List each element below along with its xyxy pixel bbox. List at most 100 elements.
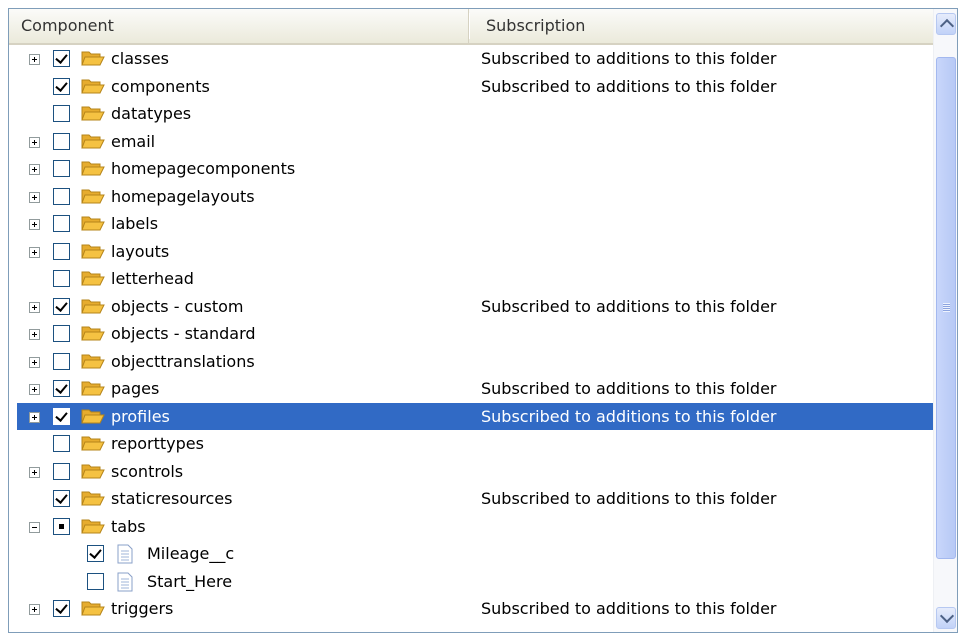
tree-row[interactable]: objecttranslations — [9, 348, 933, 376]
folder-icon — [81, 106, 105, 121]
column-header-subscription[interactable]: Subscription — [471, 9, 933, 43]
row-checkbox[interactable] — [53, 490, 70, 507]
row-checkbox[interactable] — [53, 462, 70, 480]
component-tree-grid: Component Subscription classes Subscribed… — [8, 8, 958, 633]
row-checkbox[interactable] — [53, 435, 70, 452]
row-checkbox[interactable] — [53, 407, 70, 425]
tree-row[interactable]: pages Subscribed to additions to this fol… — [9, 375, 933, 403]
component-label: components — [111, 76, 210, 96]
chevron-up-icon — [939, 18, 955, 34]
column-divider[interactable] — [469, 13, 470, 39]
scroll-up-button[interactable] — [936, 13, 956, 35]
expand-plus-icon[interactable] — [29, 191, 40, 203]
subscription-status: Subscribed to additions to this folder — [481, 489, 777, 508]
row-checkbox[interactable] — [53, 325, 70, 342]
tree-rows: classes Subscribed to additions to this f… — [9, 45, 935, 623]
component-label: objecttranslations — [111, 351, 255, 371]
scroll-down-button[interactable] — [936, 607, 956, 629]
tree-row[interactable]: staticresources Subscribed to additions t… — [9, 485, 933, 513]
document-icon — [117, 544, 133, 564]
component-label: letterhead — [111, 269, 194, 288]
expand-plus-icon[interactable] — [29, 219, 40, 230]
expand-plus-icon[interactable] — [29, 466, 40, 478]
component-label: profiles — [111, 406, 170, 426]
vertical-scrollbar[interactable] — [933, 9, 957, 632]
folder-icon — [81, 189, 105, 203]
row-checkbox[interactable] — [53, 160, 70, 177]
row-checkbox[interactable] — [53, 105, 70, 122]
component-label: scontrols — [111, 461, 184, 481]
row-checkbox[interactable] — [53, 297, 70, 315]
tree-row[interactable]: Mileage__c — [9, 540, 933, 568]
folder-icon — [81, 381, 105, 396]
chevron-down-icon — [939, 608, 955, 624]
component-label: classes — [111, 49, 169, 68]
tree-row[interactable]: homepagelayouts — [9, 183, 933, 211]
tree-row[interactable]: datatypes — [9, 100, 933, 128]
row-checkbox[interactable] — [87, 572, 104, 590]
tree-row[interactable]: labels — [9, 210, 933, 238]
component-label: homepagecomponents — [111, 159, 296, 178]
row-checkbox[interactable] — [53, 600, 70, 617]
expand-plus-icon[interactable] — [29, 604, 40, 615]
component-label: Start_Here — [147, 571, 233, 591]
component-label: triggers — [111, 599, 174, 618]
row-checkbox[interactable] — [87, 545, 104, 562]
tree-row[interactable]: email — [9, 128, 933, 156]
folder-icon — [81, 519, 105, 533]
row-checkbox[interactable] — [53, 242, 70, 260]
row-checkbox[interactable] — [53, 187, 70, 205]
folder-icon — [81, 464, 105, 478]
tree-row[interactable]: classes Subscribed to additions to this f… — [9, 45, 933, 73]
row-checkbox[interactable] — [53, 77, 70, 95]
component-label: email — [111, 131, 156, 151]
tree-row[interactable]: reporttypes — [9, 430, 933, 458]
tree-row[interactable]: letterhead — [9, 265, 933, 293]
column-header-component[interactable]: Component — [9, 9, 469, 43]
tree-row[interactable]: objects - standard — [9, 320, 933, 348]
row-checkbox[interactable] — [53, 132, 70, 150]
expand-plus-icon[interactable] — [29, 411, 40, 423]
expand-plus-icon[interactable] — [29, 329, 40, 340]
subscription-status: Subscribed to additions to this folder — [481, 599, 777, 618]
tree-row[interactable]: layouts — [9, 238, 933, 266]
tree-row[interactable]: Start_Here — [9, 568, 933, 596]
expand-plus-icon[interactable] — [29, 54, 40, 65]
expand-plus-icon[interactable] — [29, 384, 40, 395]
tree-row[interactable]: components Subscribed to additions to thi… — [9, 73, 933, 101]
folder-icon — [81, 51, 105, 66]
expand-plus-icon[interactable] — [29, 356, 40, 368]
expand-plus-icon[interactable] — [29, 246, 40, 258]
row-checkbox[interactable] — [53, 50, 70, 67]
row-checkbox[interactable] — [53, 215, 70, 232]
row-checkbox[interactable] — [53, 270, 70, 287]
component-label: objects - standard — [111, 324, 256, 343]
component-label: pages — [111, 379, 160, 398]
row-checkbox[interactable] — [53, 380, 70, 397]
column-header-bar: Component Subscription — [9, 9, 933, 45]
expand-plus-icon[interactable] — [29, 301, 40, 313]
tree-row[interactable]: objects - custom Subscribed to additions … — [9, 293, 933, 321]
tree-row[interactable]: tabs — [9, 513, 933, 541]
folder-icon — [81, 491, 105, 506]
grip-icon — [943, 303, 950, 312]
folder-icon — [81, 244, 105, 258]
tree-row[interactable]: scontrols — [9, 458, 933, 486]
row-checkbox[interactable] — [53, 352, 70, 370]
folder-icon — [81, 79, 105, 93]
expand-plus-icon[interactable] — [29, 136, 40, 148]
folder-icon — [81, 134, 105, 148]
subscription-status: Subscribed to additions to this folder — [481, 49, 777, 68]
expand-plus-icon[interactable] — [29, 164, 40, 175]
collapse-minus-icon[interactable] — [29, 521, 40, 533]
row-checkbox[interactable] — [53, 517, 70, 535]
component-label: objects - custom — [111, 296, 244, 316]
component-label: labels — [111, 214, 159, 233]
subscription-status: Subscribed to additions to this folder — [481, 296, 777, 316]
component-label: Mileage__c — [147, 544, 235, 563]
document-icon — [117, 572, 133, 591]
tree-row[interactable]: profiles Subscribed to additions to this … — [9, 402, 935, 430]
tree-row[interactable]: homepagecomponents — [9, 155, 933, 183]
scrollbar-thumb[interactable] — [936, 57, 956, 559]
tree-row[interactable]: triggers Subscribed to additions to this … — [9, 595, 933, 623]
